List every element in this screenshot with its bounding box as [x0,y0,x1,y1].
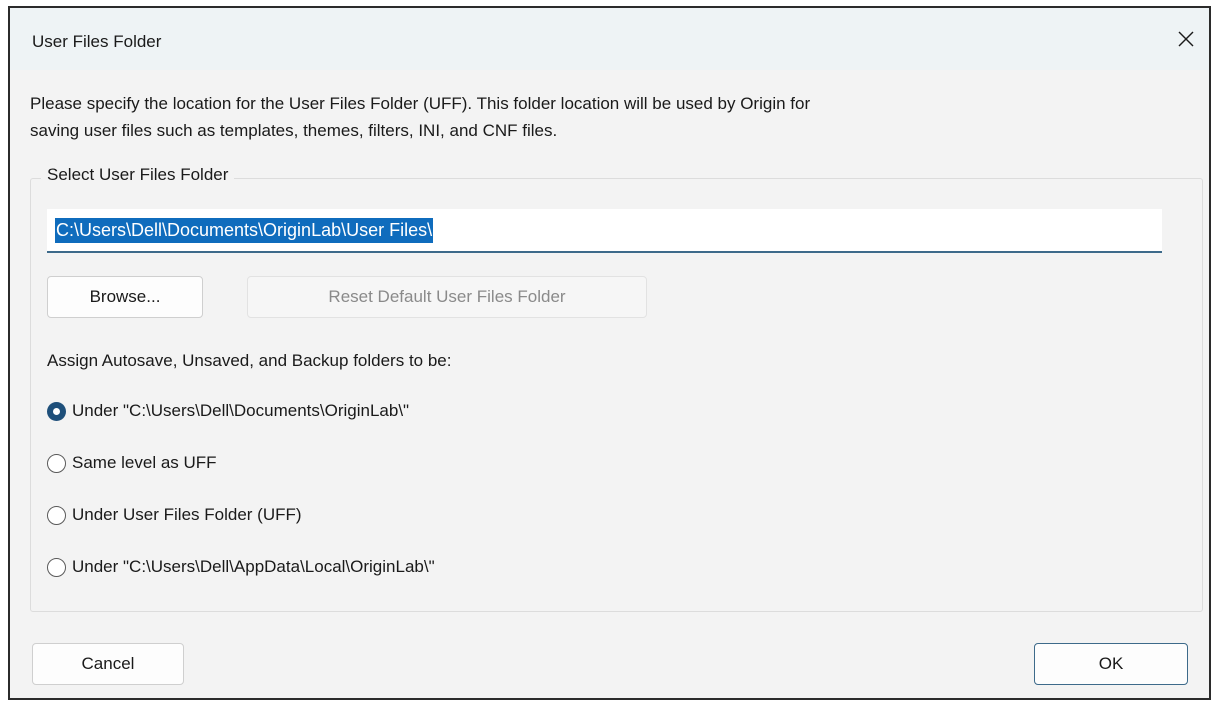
radio-checked-icon [47,401,66,421]
uff-path-value: C:\Users\Dell\Documents\OriginLab\User F… [55,217,434,243]
radio-unchecked-icon [47,505,66,525]
radio-label: Same level as UFF [72,453,217,472]
description-line-2: saving user files such as templates, the… [30,121,558,140]
reset-default-uff-button[interactable]: Reset Default User Files Folder [247,276,647,318]
cancel-button[interactable]: Cancel [32,643,184,685]
radio-unchecked-icon [47,453,66,473]
ok-button[interactable]: OK [1034,643,1188,685]
close-icon [1178,31,1194,47]
radio-label: Under User Files Folder (UFF) [72,505,302,524]
dialog-title: User Files Folder [32,32,162,51]
assign-folders-label: Assign Autosave, Unsaved, and Backup fol… [47,351,452,370]
radio-under-uff[interactable]: Under User Files Folder (UFF) [47,505,302,525]
radio-under-documents-originlab[interactable]: Under "C:\Users\Dell\Documents\OriginLab… [47,401,409,421]
radio-label: Under "C:\Users\Dell\Documents\OriginLab… [72,401,410,420]
dialog-description: Please specify the location for the User… [30,90,1130,144]
radio-same-level-as-uff[interactable]: Same level as UFF [47,453,217,473]
uff-path-input[interactable]: C:\Users\Dell\Documents\OriginLab\User F… [47,209,1162,253]
title-bar: User Files Folder [10,8,1209,70]
select-uff-group: Select User Files Folder C:\Users\Dell\D… [30,165,1203,612]
group-legend: Select User Files Folder [41,165,235,185]
radio-under-appdata-originlab[interactable]: Under "C:\Users\Dell\AppData\Local\Origi… [47,557,435,577]
browse-button[interactable]: Browse... [47,276,203,318]
description-line-1: Please specify the location for the User… [30,94,811,113]
radio-label: Under "C:\Users\Dell\AppData\Local\Origi… [72,557,435,576]
user-files-folder-dialog: User Files Folder Please specify the loc… [8,6,1211,700]
close-button[interactable] [1169,22,1203,56]
radio-unchecked-icon [47,557,66,577]
